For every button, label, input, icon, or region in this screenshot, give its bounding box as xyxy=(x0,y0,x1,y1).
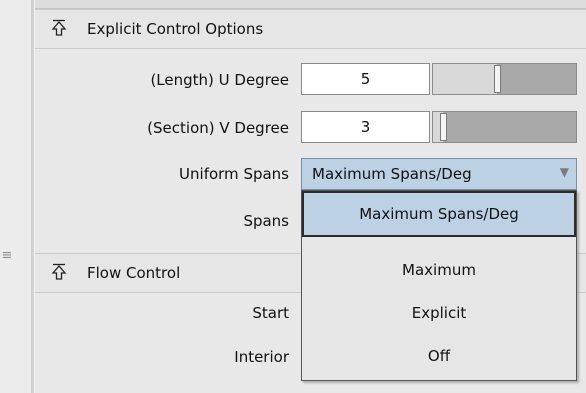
menu-item-off[interactable]: Off xyxy=(302,333,576,379)
explicit-control-options-header[interactable]: Explicit Control Options xyxy=(35,9,586,49)
top-strip xyxy=(35,0,586,9)
menu-item-explicit[interactable]: Explicit xyxy=(302,290,576,336)
uniform-spans-label: Uniform Spans xyxy=(179,165,289,183)
collapse-up-arrow-icon[interactable] xyxy=(51,19,67,37)
slider-handle[interactable] xyxy=(440,113,447,141)
uniform-spans-menu: Maximum Spans/Deg Maximum Explicit Off xyxy=(301,190,577,381)
section-title: Explicit Control Options xyxy=(87,20,264,38)
uniform-spans-dropdown[interactable]: Maximum Spans/Deg ▼ xyxy=(301,158,577,190)
section-v-degree-field[interactable]: 3 xyxy=(301,111,430,143)
section-title: Flow Control xyxy=(87,264,181,282)
interior-label: Interior xyxy=(234,348,289,366)
menu-item-maximum-spans-deg[interactable]: Maximum Spans/Deg xyxy=(302,191,576,237)
slider-filled-portion xyxy=(433,64,497,94)
dropdown-triangle-icon[interactable]: ▼ xyxy=(560,165,569,179)
section-v-degree-slider[interactable] xyxy=(432,111,577,143)
dropdown-selected-value: Maximum Spans/Deg xyxy=(312,165,472,183)
length-u-degree-slider[interactable] xyxy=(432,63,577,95)
gutter-divider xyxy=(31,0,35,393)
collapse-up-arrow-icon[interactable] xyxy=(51,263,67,281)
drag-grip-icon[interactable]: ≡ xyxy=(0,247,14,265)
length-u-degree-label: (Length) U Degree xyxy=(150,71,289,89)
slider-handle[interactable] xyxy=(494,65,501,93)
spans-label: Spans xyxy=(243,212,289,230)
menu-item-maximum[interactable]: Maximum xyxy=(302,247,576,293)
left-gutter: ≡ xyxy=(0,0,31,393)
attribute-editor-panel: ≡ Explicit Control Options (Length) U De… xyxy=(0,0,586,393)
start-label: Start xyxy=(252,304,289,322)
length-u-degree-field[interactable]: 5 xyxy=(301,63,430,95)
section-v-degree-label: (Section) V Degree xyxy=(147,119,289,137)
